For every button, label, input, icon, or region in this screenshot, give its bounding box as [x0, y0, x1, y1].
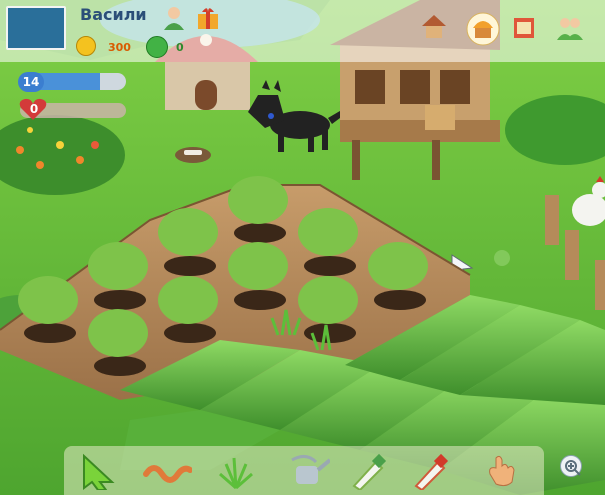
heart-count: 0 — [29, 102, 39, 116]
dollar-balance: 0 — [176, 41, 184, 54]
market-icon[interactable] — [510, 12, 538, 40]
farmhouse-icon[interactable] — [420, 12, 448, 40]
plant[interactable] — [88, 309, 148, 376]
green-spray-tool-icon[interactable] — [348, 452, 388, 492]
gift-icon[interactable] — [194, 4, 222, 32]
watering-can-tool-icon[interactable] — [286, 452, 332, 490]
coin-balance: 300 — [108, 41, 131, 54]
plant[interactable] — [228, 176, 288, 243]
top-hud: Васили 300 0 — [0, 0, 605, 62]
plant[interactable] — [158, 276, 218, 343]
select-arrow-tool-icon[interactable] — [78, 452, 118, 491]
plant[interactable] — [88, 242, 148, 310]
plant[interactable] — [368, 242, 428, 310]
coin-icon — [76, 36, 96, 56]
player-name[interactable]: Васили — [80, 5, 147, 24]
plant-seeds-tool-icon[interactable] — [216, 452, 256, 490]
plant[interactable] — [158, 208, 218, 276]
profile-icon[interactable] — [160, 4, 188, 32]
sparkle — [494, 250, 510, 266]
dog-bowl[interactable] — [175, 147, 211, 163]
dollar-icon — [146, 36, 168, 58]
hand-harvest-tool-icon[interactable] — [482, 452, 522, 490]
plant[interactable] — [18, 276, 78, 343]
player-avatar[interactable] — [6, 6, 66, 50]
zoom-in-icon[interactable] — [560, 455, 582, 477]
worm-fertilizer-tool-icon[interactable] — [142, 452, 193, 490]
friends-icon[interactable] — [555, 14, 583, 42]
plant[interactable] — [228, 242, 288, 310]
red-spray-tool-icon[interactable] — [410, 452, 450, 492]
level-badge: 14 — [18, 72, 44, 92]
plant[interactable] — [298, 208, 358, 276]
cupcake-shop-icon[interactable] — [466, 12, 500, 46]
